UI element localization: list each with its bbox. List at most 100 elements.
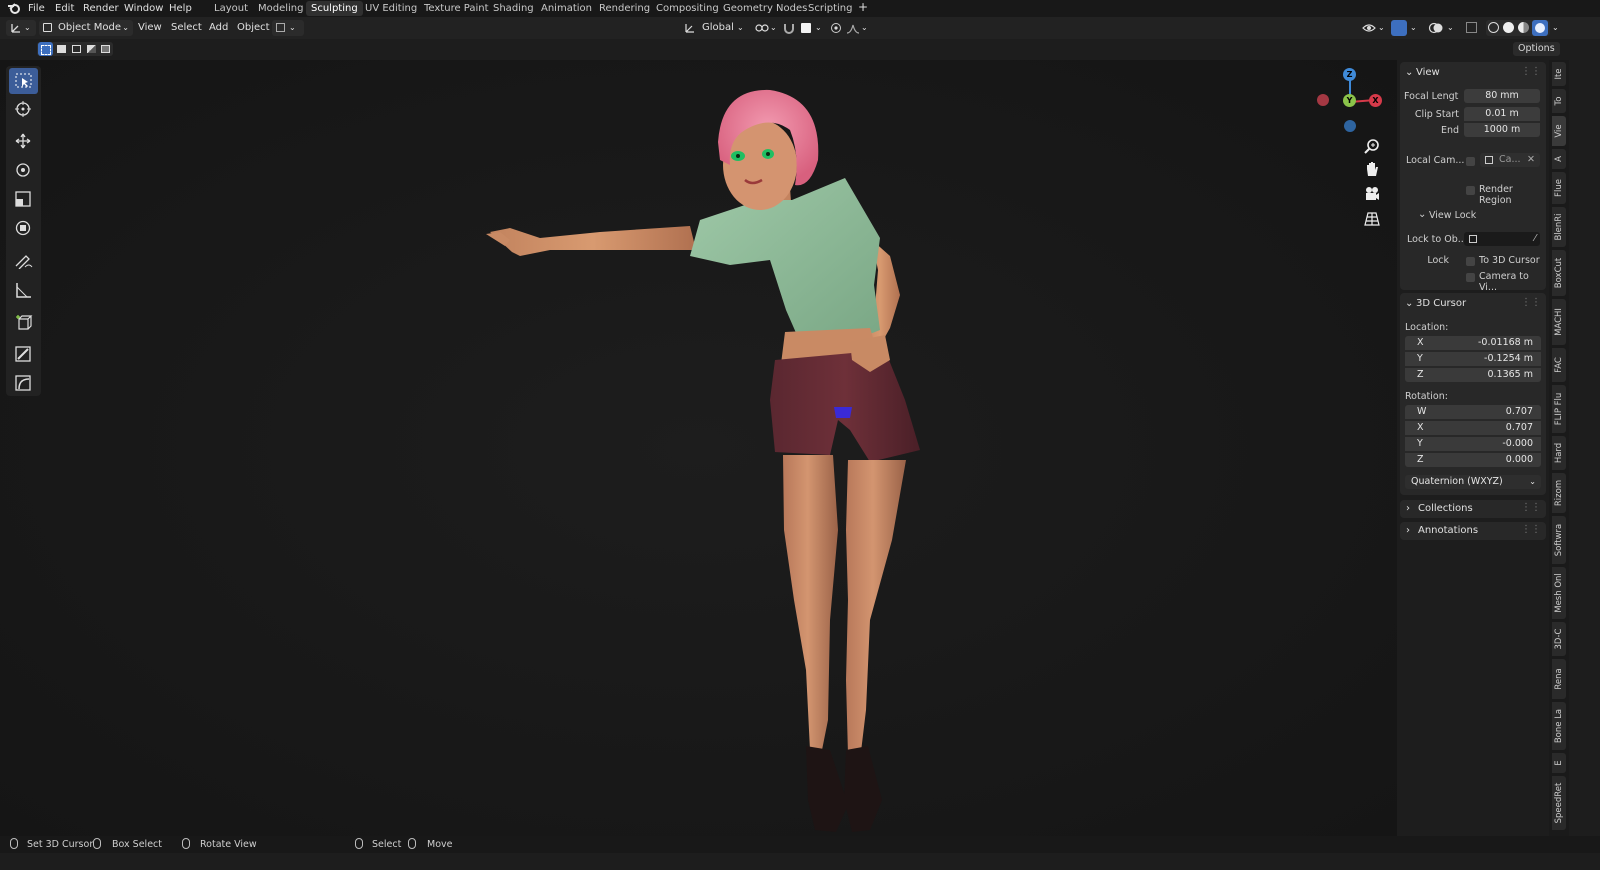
- local-camera-checkbox[interactable]: [1466, 157, 1475, 166]
- curve-tool[interactable]: [9, 370, 38, 396]
- snap-toggle[interactable]: [782, 20, 796, 36]
- local-camera-field[interactable]: Ca... ✕: [1480, 153, 1540, 167]
- tab-rendering[interactable]: Rendering: [594, 1, 655, 16]
- sidebar-tab-boxcut[interactable]: BoxCut: [1552, 250, 1566, 296]
- visibility-dropdown[interactable]: ⌄: [1362, 20, 1386, 36]
- menu-select[interactable]: Select: [171, 20, 202, 36]
- sidebar-tab-e[interactable]: E: [1552, 753, 1566, 773]
- gizmo-neg-z-axis[interactable]: [1344, 120, 1356, 132]
- select-new-icon[interactable]: [38, 42, 53, 56]
- gizmo-z-axis[interactable]: Z: [1343, 68, 1356, 81]
- object-gizmo-button[interactable]: ⌄: [272, 20, 304, 36]
- perspective-grid-icon[interactable]: [1364, 211, 1380, 227]
- transform-orientation-dropdown[interactable]: Global ⌄: [684, 20, 748, 36]
- falloff-dropdown[interactable]: ⌄: [846, 20, 868, 36]
- snap-target-dropdown[interactable]: ⌄: [800, 20, 824, 36]
- sidebar-tab-tool[interactable]: To: [1552, 89, 1566, 113]
- add-cube-tool[interactable]: [9, 309, 38, 335]
- tab-geometry-nodes[interactable]: Geometry Nodes: [718, 1, 812, 16]
- blender-logo-icon[interactable]: [7, 2, 21, 15]
- sidebar-tab-rena[interactable]: Rena: [1552, 659, 1566, 699]
- gizmo-y-axis[interactable]: Y: [1343, 94, 1356, 107]
- navigation-gizmo[interactable]: Z X Y: [1313, 66, 1388, 132]
- tab-scripting[interactable]: Scripting: [803, 1, 857, 16]
- tab-modeling[interactable]: Modeling: [253, 1, 309, 16]
- drag-handle-icon[interactable]: ⋮⋮: [1521, 524, 1541, 535]
- sidebar-tab-3d-c[interactable]: 3D-C: [1552, 622, 1566, 656]
- tab-compositing[interactable]: Compositing: [651, 1, 724, 16]
- location-x-field[interactable]: X -0.01168 m: [1405, 336, 1541, 350]
- view-panel-title[interactable]: View: [1416, 67, 1440, 78]
- solid-shading-icon[interactable]: [1503, 22, 1514, 33]
- menu-file[interactable]: File: [28, 1, 45, 16]
- select-subtract-icon[interactable]: [72, 45, 81, 53]
- cursor-tool[interactable]: [9, 96, 38, 122]
- 3d-viewport[interactable]: [0, 60, 1397, 836]
- mode-dropdown[interactable]: Object Mode ⌄: [39, 20, 133, 36]
- menu-help[interactable]: Help: [169, 1, 192, 16]
- select-extend-icon[interactable]: [57, 45, 66, 53]
- tab-shading[interactable]: Shading: [488, 1, 539, 16]
- menu-render[interactable]: Render: [83, 1, 119, 16]
- measure-tool[interactable]: [9, 277, 38, 303]
- sidebar-tab-blenri[interactable]: BlenRi: [1552, 207, 1566, 247]
- sidebar-tab-item[interactable]: Ite: [1552, 62, 1566, 86]
- sidebar-tab-view[interactable]: Vie: [1552, 116, 1566, 146]
- rotation-z-field[interactable]: Z 0.000: [1405, 453, 1541, 467]
- 3d-cursor-panel-title[interactable]: 3D Cursor: [1416, 298, 1466, 309]
- lock-to-cursor-checkbox[interactable]: [1466, 257, 1475, 266]
- tab-animation[interactable]: Animation: [536, 1, 597, 16]
- chevron-down-icon[interactable]: ⌄: [1405, 298, 1413, 309]
- options-dropdown[interactable]: Options: [1513, 42, 1560, 56]
- rotation-mode-dropdown[interactable]: Quaternion (WXYZ) ⌄: [1405, 475, 1541, 489]
- annotate-tool[interactable]: [9, 248, 38, 274]
- sidebar-tab-mesh-online[interactable]: Mesh Onl: [1552, 567, 1566, 619]
- sidebar-tab-flip-fluids[interactable]: FLIP Flu: [1552, 385, 1566, 433]
- sidebar-tab-a[interactable]: A: [1552, 149, 1566, 169]
- drag-handle-icon[interactable]: ⋮⋮: [1521, 502, 1541, 513]
- shading-options-dropdown[interactable]: ⌄: [1552, 20, 1559, 36]
- material-shading-icon[interactable]: [1518, 22, 1529, 33]
- tab-texture-paint[interactable]: Texture Paint: [419, 1, 494, 16]
- camera-to-view-checkbox[interactable]: [1466, 273, 1475, 282]
- rotate-tool[interactable]: [9, 157, 38, 183]
- sidebar-tab-machi[interactable]: MACHI: [1552, 299, 1566, 345]
- clip-end-field[interactable]: 1000 m: [1464, 123, 1540, 137]
- menu-object[interactable]: Object: [237, 20, 270, 36]
- tab-layout[interactable]: Layout: [209, 1, 253, 16]
- overlay-toggle[interactable]: ⌄: [1428, 20, 1458, 36]
- focal-length-field[interactable]: 80 mm: [1464, 89, 1540, 103]
- sidebar-tab-bone-layers[interactable]: Bone La: [1552, 702, 1566, 750]
- pivot-dropdown[interactable]: ⌄: [755, 20, 777, 36]
- gizmo-toggle[interactable]: ⌄: [1391, 20, 1421, 36]
- location-z-field[interactable]: Z 0.1365 m: [1405, 368, 1541, 382]
- close-icon[interactable]: ✕: [1527, 153, 1535, 167]
- rotation-x-field[interactable]: X 0.707: [1405, 421, 1541, 435]
- clip-start-field[interactable]: 0.01 m: [1464, 107, 1540, 121]
- view-lock-title[interactable]: View Lock: [1429, 210, 1476, 221]
- menu-edit[interactable]: Edit: [55, 1, 74, 16]
- rotation-w-field[interactable]: W 0.707: [1405, 405, 1541, 419]
- drag-handle-icon[interactable]: ⋮⋮: [1521, 297, 1541, 308]
- menu-view[interactable]: View: [138, 20, 162, 36]
- transform-tool[interactable]: [9, 215, 38, 241]
- sidebar-tab-speedret[interactable]: SpeedRet: [1552, 776, 1566, 830]
- annotations-panel[interactable]: › Annotations ⋮⋮: [1400, 522, 1546, 540]
- chevron-down-icon[interactable]: ⌄: [1405, 67, 1413, 78]
- select-box-tool[interactable]: [9, 68, 38, 94]
- editor-type-button[interactable]: ⌄: [6, 20, 36, 36]
- select-invert-icon[interactable]: [87, 45, 96, 53]
- select-intersect-icon[interactable]: [101, 45, 110, 53]
- collections-panel[interactable]: › Collections ⋮⋮: [1400, 500, 1546, 518]
- render-region-checkbox[interactable]: [1466, 186, 1475, 195]
- eyedropper-icon[interactable]: ⁄: [1534, 232, 1536, 246]
- view-frame-tool[interactable]: [9, 341, 38, 367]
- sidebar-tab-rizom[interactable]: Rizom: [1552, 473, 1566, 513]
- tab-sculpting[interactable]: Sculpting: [306, 1, 363, 16]
- camera-view-icon[interactable]: [1364, 186, 1380, 202]
- location-y-field[interactable]: Y -0.1254 m: [1405, 352, 1541, 366]
- sidebar-tab-fac[interactable]: FAC: [1552, 348, 1566, 382]
- gizmo-neg-x-axis[interactable]: [1317, 94, 1329, 106]
- tab-uv-editing[interactable]: UV Editing: [360, 1, 422, 16]
- menu-add[interactable]: Add: [209, 20, 228, 36]
